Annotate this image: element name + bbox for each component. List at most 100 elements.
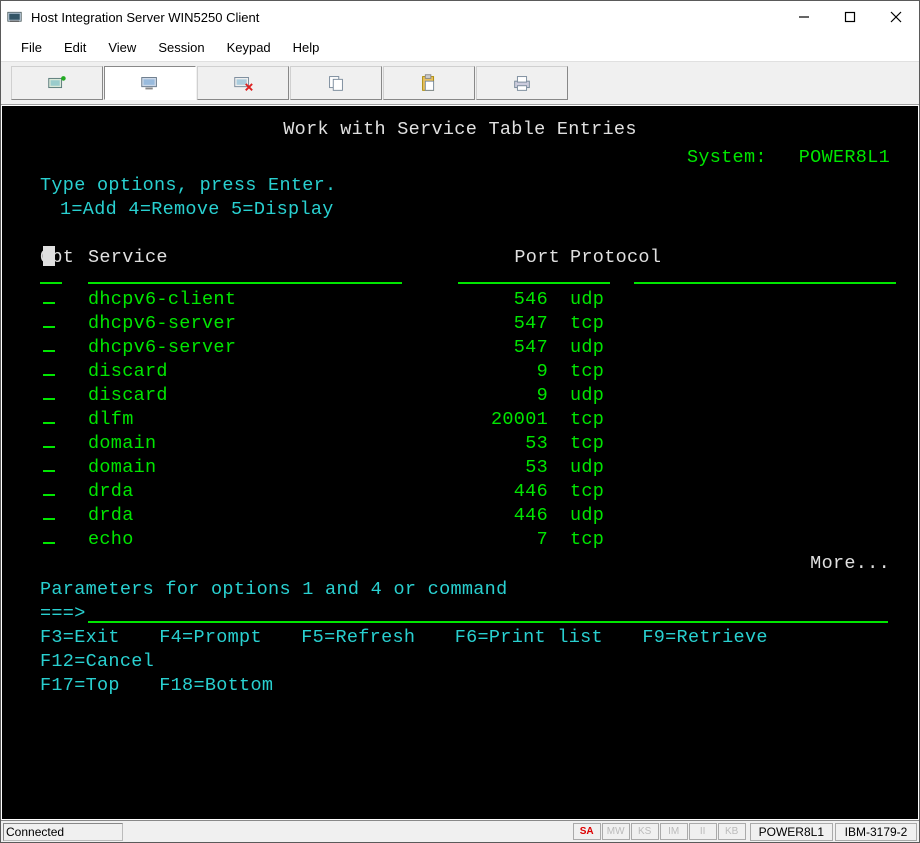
opt-field[interactable] <box>40 336 88 360</box>
cell-protocol: udp <box>570 288 604 312</box>
fkey-f3: F3=Exit <box>40 626 120 650</box>
cell-port: 446 <box>470 504 570 528</box>
system-label: System: <box>687 146 767 170</box>
cell-service: discard <box>88 360 470 384</box>
options-legend: 1=Add 4=Remove 5=Display <box>2 198 918 222</box>
window-title: Host Integration Server WIN5250 Client <box>31 10 781 25</box>
menu-view[interactable]: View <box>98 36 146 59</box>
cell-service: dhcpv6-server <box>88 312 470 336</box>
cell-service: drda <box>88 480 470 504</box>
toolbar-terminal-button[interactable] <box>104 66 196 100</box>
status-indicators: SA MW KS IM II KB <box>573 823 746 840</box>
cell-port: 547 <box>470 312 570 336</box>
fkey-f4: F4=Prompt <box>159 626 262 650</box>
opt-field[interactable] <box>40 360 88 384</box>
cell-service: drda <box>88 504 470 528</box>
table-row: discard9udp <box>40 384 918 408</box>
cell-port: 546 <box>470 288 570 312</box>
indicator-sa: SA <box>573 823 601 840</box>
indicator-kb: KB <box>718 823 746 840</box>
cell-protocol: udp <box>570 504 604 528</box>
table-row: drda446udp <box>40 504 918 528</box>
cell-port: 9 <box>470 360 570 384</box>
indicator-mw: MW <box>602 823 630 840</box>
cell-port: 446 <box>470 480 570 504</box>
terminal-screen[interactable]: Work with Service Table Entries System: … <box>2 106 918 819</box>
cell-protocol: tcp <box>570 312 604 336</box>
table-row: discard9tcp <box>40 360 918 384</box>
cell-protocol: tcp <box>570 360 604 384</box>
cell-protocol: udp <box>570 384 604 408</box>
cell-protocol: tcp <box>570 480 604 504</box>
opt-field[interactable] <box>40 456 88 480</box>
app-icon <box>7 10 25 24</box>
menu-edit[interactable]: Edit <box>54 36 96 59</box>
col-header-port: Port <box>490 246 570 270</box>
table-row: dlfm20001tcp <box>40 408 918 432</box>
indicator-im: IM <box>660 823 688 840</box>
fkey-f12: F12=Cancel <box>40 650 154 674</box>
opt-field[interactable] <box>40 408 88 432</box>
fkey-f17: F17=Top <box>40 674 120 698</box>
maximize-button[interactable] <box>827 1 873 33</box>
fkey-row-2: F17=Top F18=Bottom <box>2 674 918 698</box>
opt-field[interactable] <box>40 528 88 552</box>
cell-protocol: udp <box>570 456 604 480</box>
menu-help[interactable]: Help <box>283 36 330 59</box>
close-button[interactable] <box>873 1 919 33</box>
table-row: domain53udp <box>40 456 918 480</box>
fkey-row-1: F3=Exit F4=Prompt F5=Refresh F6=Print li… <box>2 626 918 674</box>
system-value: POWER8L1 <box>799 146 890 170</box>
toolbar-paste-button[interactable] <box>383 66 475 100</box>
menu-file[interactable]: File <box>11 36 52 59</box>
toolbar-copy-button[interactable] <box>290 66 382 100</box>
instruction-line: Type options, press Enter. <box>2 174 918 198</box>
col-header-service: Service <box>88 246 490 270</box>
opt-field[interactable] <box>40 504 88 528</box>
opt-field[interactable] <box>40 384 88 408</box>
toolbar-disconnect-button[interactable] <box>197 66 289 100</box>
cell-protocol: tcp <box>570 432 604 456</box>
table-row: dhcpv6-client546udp <box>40 288 918 312</box>
opt-field[interactable] <box>40 312 88 336</box>
opt-field[interactable] <box>40 288 88 312</box>
service-table: dhcpv6-client546udp dhcpv6-server547tcp … <box>2 288 918 552</box>
more-indicator: More... <box>2 552 918 576</box>
screen-title: Work with Service Table Entries <box>2 118 918 142</box>
cell-protocol: udp <box>570 336 604 360</box>
menu-bar: File Edit View Session Keypad Help <box>1 33 919 61</box>
minimize-button[interactable] <box>781 1 827 33</box>
cell-service: dlfm <box>88 408 470 432</box>
cell-port: 547 <box>470 336 570 360</box>
table-row: echo7tcp <box>40 528 918 552</box>
command-prompt: ===> <box>40 602 86 626</box>
toolbar-connect-button[interactable] <box>11 66 103 100</box>
col-header-protocol: Protocol <box>570 246 918 270</box>
cell-service: domain <box>88 432 470 456</box>
cell-port: 7 <box>470 528 570 552</box>
table-row: dhcpv6-server547udp <box>40 336 918 360</box>
fkey-f9: F9=Retrieve <box>642 626 767 650</box>
status-connected: Connected <box>3 823 123 841</box>
opt-field[interactable] <box>40 480 88 504</box>
table-row: dhcpv6-server547tcp <box>40 312 918 336</box>
cell-protocol: tcp <box>570 408 604 432</box>
toolbar-print-button[interactable] <box>476 66 568 100</box>
cell-service: dhcpv6-server <box>88 336 470 360</box>
indicator-ii: II <box>689 823 717 840</box>
table-row: domain53tcp <box>40 432 918 456</box>
cursor <box>43 246 55 266</box>
fkey-f18: F18=Bottom <box>159 674 273 698</box>
cell-service: echo <box>88 528 470 552</box>
menu-session[interactable]: Session <box>148 36 214 59</box>
menu-keypad[interactable]: Keypad <box>217 36 281 59</box>
cell-port: 20001 <box>470 408 570 432</box>
status-devtype: IBM-3179-2 <box>835 823 917 841</box>
opt-field[interactable] <box>40 432 88 456</box>
status-host: POWER8L1 <box>750 823 833 841</box>
command-input[interactable] <box>88 605 888 623</box>
fkey-f5: F5=Refresh <box>301 626 415 650</box>
toolbar <box>1 61 919 105</box>
cell-service: discard <box>88 384 470 408</box>
cell-port: 53 <box>470 432 570 456</box>
